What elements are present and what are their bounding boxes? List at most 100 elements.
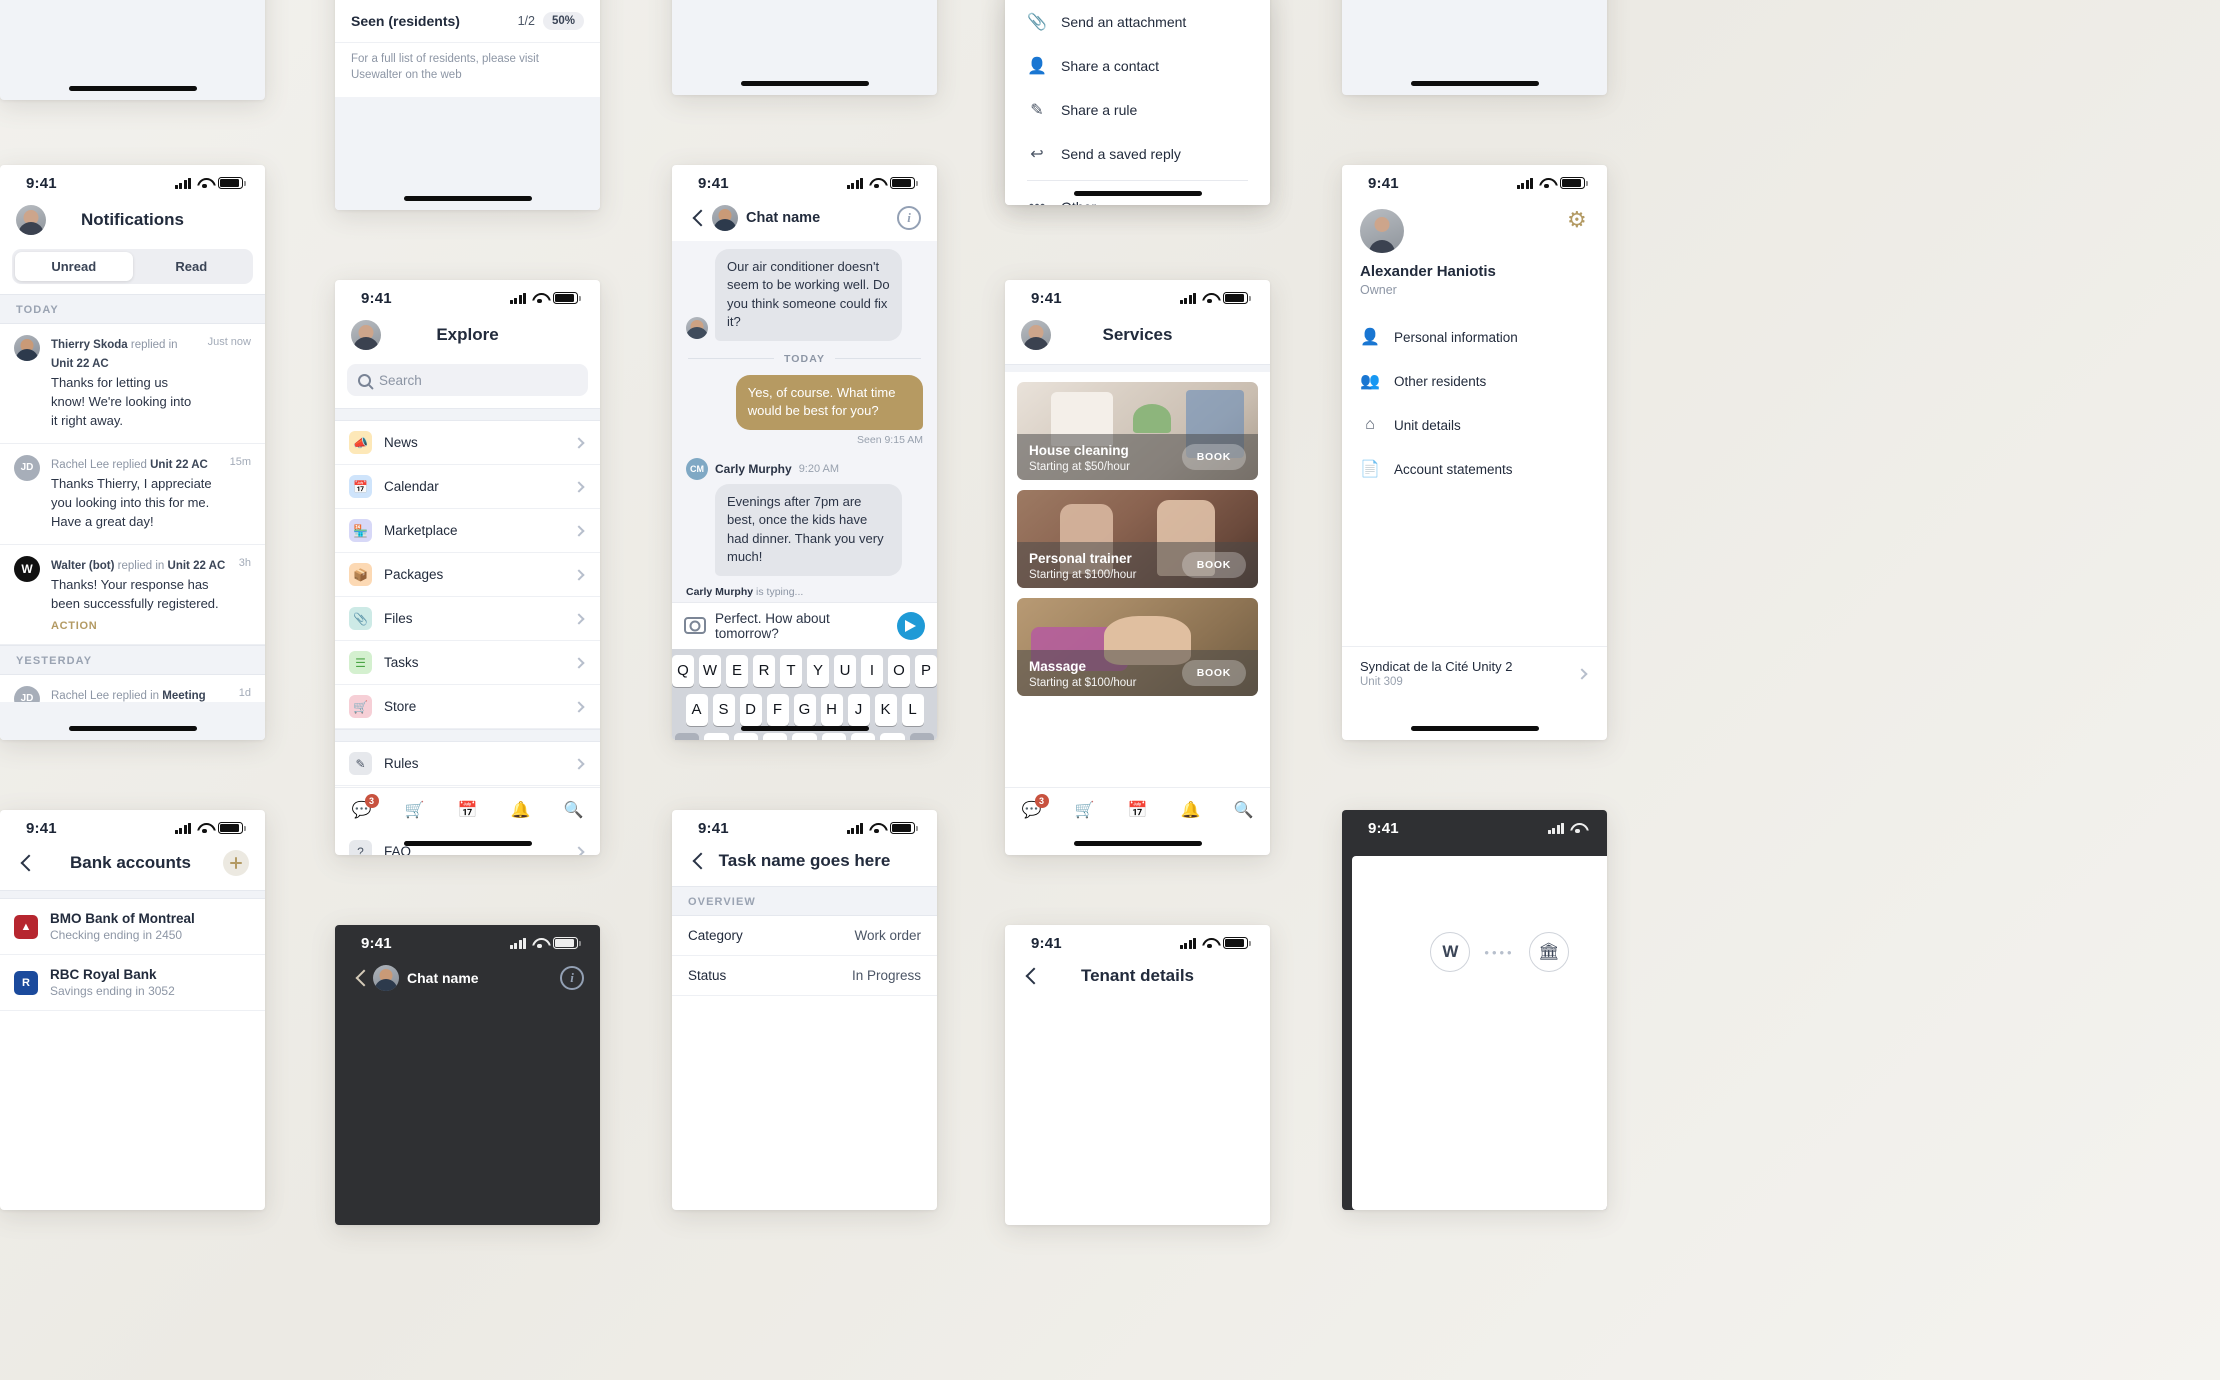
notification-action-badge[interactable]: ACTION	[51, 620, 228, 632]
tab-search[interactable]: 🔍	[559, 797, 589, 823]
chevron-right-icon	[573, 568, 585, 581]
bank-account-row[interactable]: ▲ BMO Bank of Montreal Checking ending i…	[0, 899, 265, 955]
key-f[interactable]: F	[766, 693, 789, 726]
back-button[interactable]	[16, 852, 38, 874]
attach-item-send-attachment[interactable]: 📎 Send an attachment	[1005, 0, 1270, 44]
book-button[interactable]: BOOK	[1181, 444, 1246, 470]
notification-row[interactable]: Thierry Skoda replied in Unit 22 AC Than…	[0, 324, 265, 444]
key-c[interactable]: C	[763, 732, 788, 740]
key-l[interactable]: L	[901, 693, 924, 726]
key-g[interactable]: G	[793, 693, 816, 726]
bank-account-row[interactable]: R RBC Royal Bank Savings ending in 3052	[0, 955, 265, 1011]
key-a[interactable]: A	[685, 693, 708, 726]
attach-item-share-rule[interactable]: ✎ Share a rule	[1005, 88, 1270, 132]
explore-item-tasks[interactable]: ☰ Tasks	[335, 641, 600, 685]
search-input[interactable]: Search	[347, 364, 588, 396]
service-card-massage[interactable]: Massage Starting at $100/hour BOOK	[1017, 598, 1258, 696]
add-account-button[interactable]	[223, 850, 249, 876]
back-button[interactable]	[1021, 965, 1043, 987]
status-bar: 9:41	[672, 165, 937, 201]
key-y[interactable]: Y	[807, 654, 829, 687]
status-time: 9:41	[1368, 819, 1399, 837]
book-button[interactable]: BOOK	[1181, 660, 1246, 686]
screenshot-canvas: Seen (residents) 1/2 50% For a full list…	[0, 0, 2220, 1380]
tab-chat[interactable]: 💬 3	[347, 793, 379, 823]
tab-calendar[interactable]: 📅	[1123, 797, 1153, 823]
profile-item-unit-details[interactable]: ⌂ Unit details	[1342, 403, 1607, 447]
day-divider-label: TODAY	[783, 352, 826, 365]
explore-item-store[interactable]: 🛒 Store	[335, 685, 600, 729]
profile-item-account-statements[interactable]: 📄 Account statements	[1342, 447, 1607, 491]
message-input[interactable]: Perfect. How about tomorrow?	[715, 611, 888, 641]
avatar[interactable]	[16, 205, 46, 235]
explore-item-packages[interactable]: 📦 Packages	[335, 553, 600, 597]
tab-notifications[interactable]: 🔔	[1176, 797, 1206, 823]
tab-calendar[interactable]: 📅	[453, 797, 483, 823]
info-icon[interactable]: i	[897, 206, 921, 230]
people-icon: 👥	[1360, 373, 1380, 390]
camera-icon[interactable]	[684, 617, 706, 635]
book-button[interactable]: BOOK	[1181, 552, 1246, 578]
chat-message-time: 9:20 AM	[798, 462, 840, 475]
key-z[interactable]: Z	[704, 732, 729, 740]
backspace-key[interactable]: ⌫	[909, 732, 934, 740]
gear-icon[interactable]: ⚙	[1567, 209, 1589, 231]
notification-row[interactable]: JD Rachel Lee replied Unit 22 AC Thanks …	[0, 444, 265, 545]
service-card-personal-trainer[interactable]: Personal trainer Starting at $100/hour B…	[1017, 490, 1258, 588]
key-j[interactable]: J	[847, 693, 870, 726]
explore-item-rules[interactable]: ✎ Rules	[335, 742, 600, 786]
tab-store[interactable]: 🛒	[1070, 797, 1100, 823]
key-s[interactable]: S	[712, 693, 735, 726]
key-p[interactable]: P	[915, 654, 937, 687]
key-r[interactable]: R	[753, 654, 775, 687]
tab-notifications[interactable]: 🔔	[506, 797, 536, 823]
avatar[interactable]	[1360, 209, 1404, 253]
key-u[interactable]: U	[834, 654, 856, 687]
key-h[interactable]: H	[820, 693, 843, 726]
key-v[interactable]: V	[792, 732, 817, 740]
back-button[interactable]	[351, 967, 373, 989]
info-icon[interactable]: i	[560, 966, 584, 990]
notification-row[interactable]: W Walter (bot) replied in Unit 22 AC Tha…	[0, 545, 265, 645]
key-b[interactable]: B	[821, 732, 846, 740]
shift-key[interactable]: ⬆	[675, 732, 700, 740]
profile-item-personal-information[interactable]: 👤 Personal information	[1342, 315, 1607, 359]
avatar[interactable]	[1021, 320, 1051, 350]
service-card-house-cleaning[interactable]: House cleaning Starting at $50/hour BOOK	[1017, 382, 1258, 480]
chevron-right-icon	[573, 612, 585, 625]
task-row-status: Status In Progress	[672, 956, 937, 996]
tab-read[interactable]: Read	[133, 252, 251, 281]
send-button[interactable]	[897, 611, 925, 640]
back-button[interactable]	[688, 850, 710, 872]
back-button[interactable]	[688, 207, 710, 229]
key-x[interactable]: X	[733, 732, 758, 740]
task-value: Work order	[854, 928, 921, 943]
notification-time: 3h	[238, 556, 251, 569]
key-n[interactable]: N	[850, 732, 876, 740]
explore-item-marketplace[interactable]: 🏪 Marketplace	[335, 509, 600, 553]
menu-divider	[1027, 180, 1248, 181]
key-w[interactable]: W	[699, 654, 721, 687]
profile-item-other-residents[interactable]: 👥 Other residents	[1342, 359, 1607, 403]
key-m[interactable]: M	[880, 732, 905, 740]
bank-detail: Savings ending in 3052	[50, 984, 175, 998]
key-t[interactable]: T	[780, 654, 802, 687]
key-i[interactable]: I	[861, 654, 883, 687]
tab-chat[interactable]: 💬 3	[1017, 793, 1049, 823]
key-q[interactable]: Q	[672, 654, 694, 687]
key-d[interactable]: D	[739, 693, 762, 726]
key-e[interactable]: E	[726, 654, 748, 687]
explore-item-calendar[interactable]: 📅 Calendar	[335, 465, 600, 509]
explore-item-files[interactable]: 📎 Files	[335, 597, 600, 641]
key-o[interactable]: O	[888, 654, 910, 687]
attach-item-saved-reply[interactable]: ↩ Send a saved reply	[1005, 132, 1270, 176]
tab-search[interactable]: 🔍	[1229, 797, 1259, 823]
tab-unread[interactable]: Unread	[15, 252, 133, 281]
profile-footer[interactable]: Syndicat de la Cité Unity 2 Unit 309	[1342, 646, 1607, 700]
attach-item-share-contact[interactable]: 👤 Share a contact	[1005, 44, 1270, 88]
avatar[interactable]	[351, 320, 381, 350]
faq-icon: ?	[349, 840, 372, 855]
tab-store[interactable]: 🛒	[400, 797, 430, 823]
explore-item-news[interactable]: 📣 News	[335, 421, 600, 465]
key-k[interactable]: K	[874, 693, 897, 726]
